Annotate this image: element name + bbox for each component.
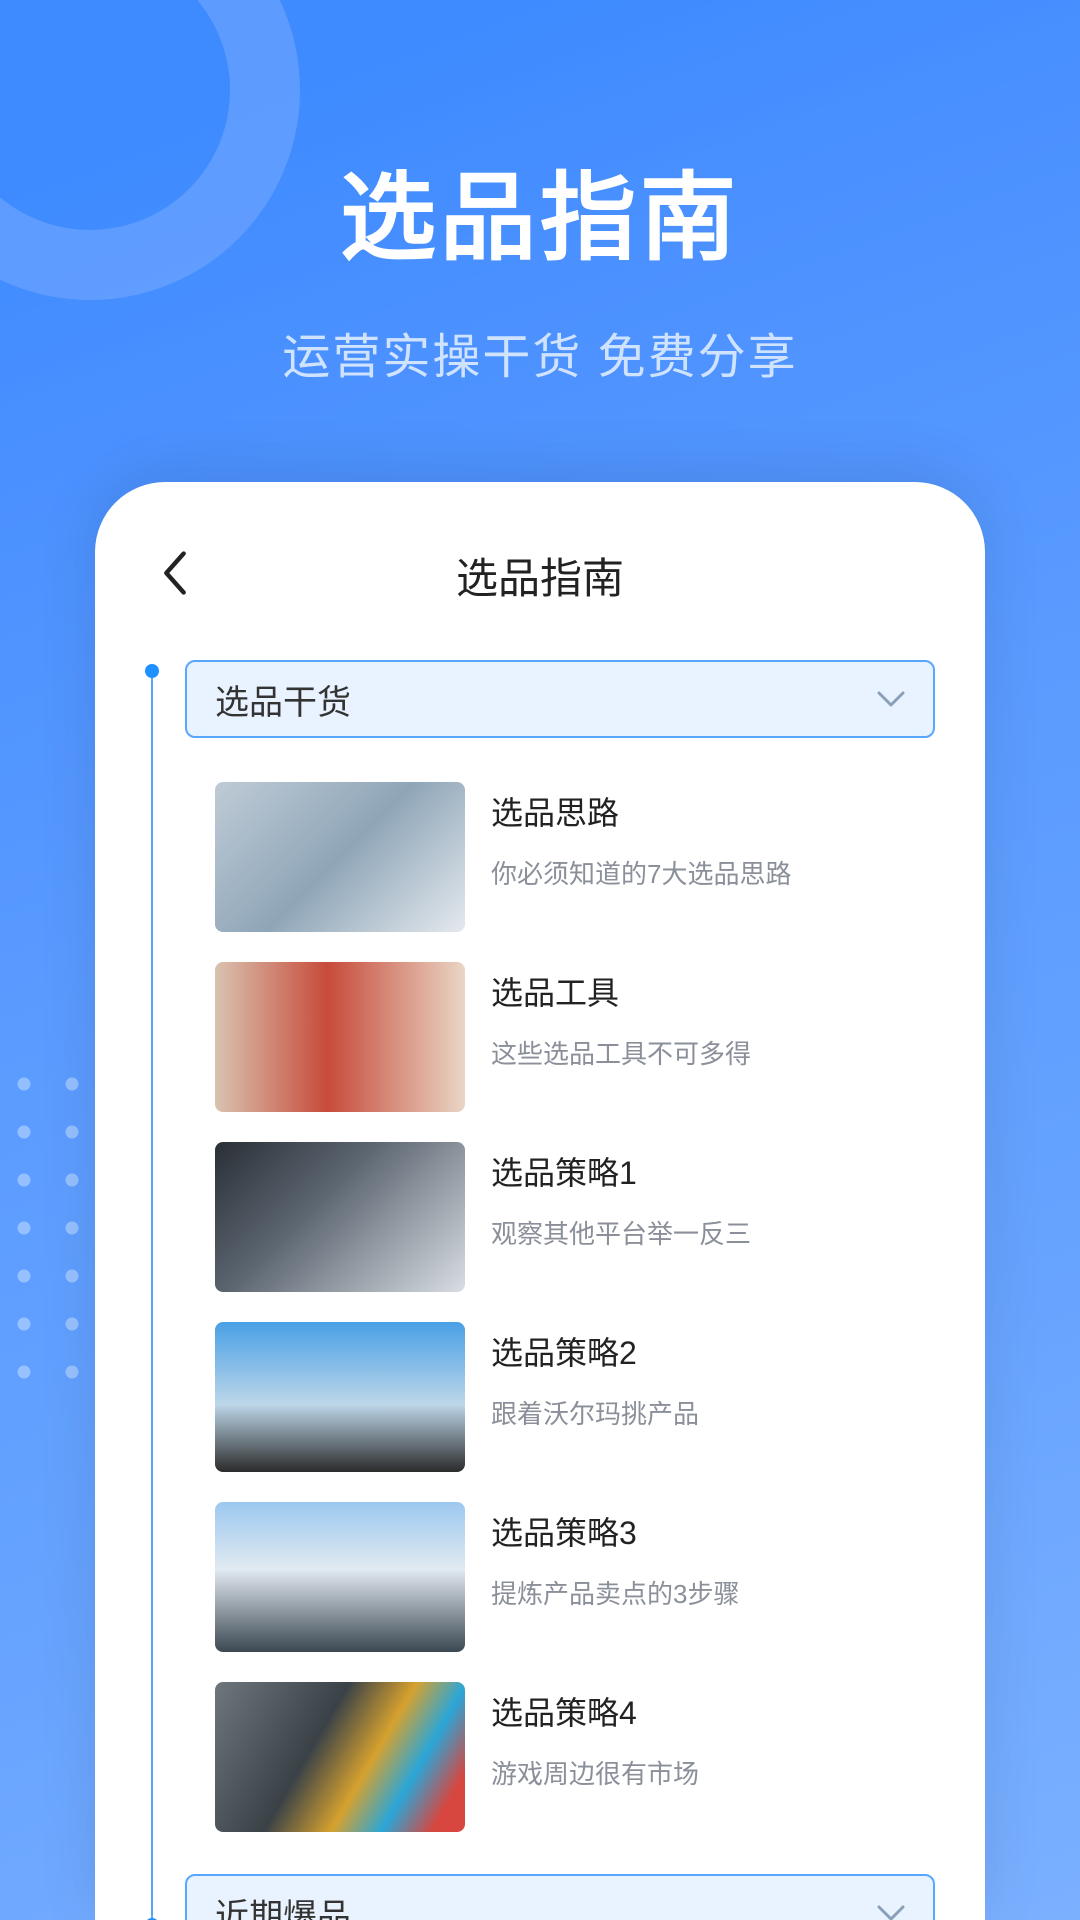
thumbnail [215,1502,465,1652]
list-item-meta: 选品策略1 观察其他平台举一反三 [491,1142,751,1251]
chevron-down-icon [877,691,905,707]
list-item-desc: 观察其他平台举一反三 [491,1214,751,1251]
list-item[interactable]: 选品策略2 跟着沃尔玛挑产品 [185,1308,935,1488]
thumbnail [215,1322,465,1472]
list-item-meta: 选品策略2 跟着沃尔玛挑产品 [491,1322,699,1431]
section-header-recent-hot[interactable]: 近期爆品 [185,1874,935,1920]
thumbnail [215,1682,465,1832]
list-item-meta: 选品策略4 游戏周边很有市场 [491,1682,699,1791]
list-item-title: 选品思路 [491,788,791,834]
section-label: 选品干货 [215,675,351,724]
list-item-meta: 选品思路 你必须知道的7大选品思路 [491,782,791,891]
section-label: 近期爆品 [215,1889,351,1920]
timeline-rail [151,670,153,1920]
thumbnail [215,962,465,1112]
list-item-title: 选品策略2 [491,1328,699,1374]
list-item-meta: 选品策略3 提炼产品卖点的3步骤 [491,1502,739,1611]
thumbnail [215,782,465,932]
list-item-desc: 你必须知道的7大选品思路 [491,854,791,891]
timeline: 选品干货 选品思路 你必须知道的7大选品思路 选品工具 这些选品工具不可多得 [145,660,935,1920]
list-item-title: 选品策略1 [491,1148,751,1194]
list-item-title: 选品工具 [491,968,751,1014]
list-item[interactable]: 选品工具 这些选品工具不可多得 [185,948,935,1128]
list-item-desc: 游戏周边很有市场 [491,1754,699,1791]
list-item-title: 选品策略3 [491,1508,739,1554]
timeline-dot [145,664,159,678]
list-item[interactable]: 选品策略3 提炼产品卖点的3步骤 [185,1488,935,1668]
list-item-title: 选品策略4 [491,1688,699,1734]
appbar: 选品指南 [145,540,935,610]
chevron-left-icon [162,551,188,600]
hero: 选品指南 运营实操干货 免费分享 [0,0,1080,387]
list-item-desc: 跟着沃尔玛挑产品 [491,1394,699,1431]
list-item[interactable]: 选品思路 你必须知道的7大选品思路 [185,768,935,948]
list-item[interactable]: 选品策略4 游戏周边很有市场 [185,1668,935,1848]
list-item-meta: 选品工具 这些选品工具不可多得 [491,962,751,1071]
appbar-title: 选品指南 [456,545,624,606]
section-header-selection-tips[interactable]: 选品干货 [185,660,935,738]
chevron-down-icon [877,1905,905,1920]
list-item-desc: 这些选品工具不可多得 [491,1034,751,1071]
phone-frame: 选品指南 选品干货 选品思路 你必须知道的7大选品思路 选品工具 [95,482,985,1920]
list-item[interactable]: 选品策略1 观察其他平台举一反三 [185,1128,935,1308]
thumbnail [215,1142,465,1292]
list-item-desc: 提炼产品卖点的3步骤 [491,1574,739,1611]
hero-subtitle: 运营实操干货 免费分享 [0,317,1080,387]
hero-title: 选品指南 [0,140,1080,279]
back-button[interactable] [145,545,205,605]
article-list: 选品思路 你必须知道的7大选品思路 选品工具 这些选品工具不可多得 选品策略1 … [185,768,935,1848]
